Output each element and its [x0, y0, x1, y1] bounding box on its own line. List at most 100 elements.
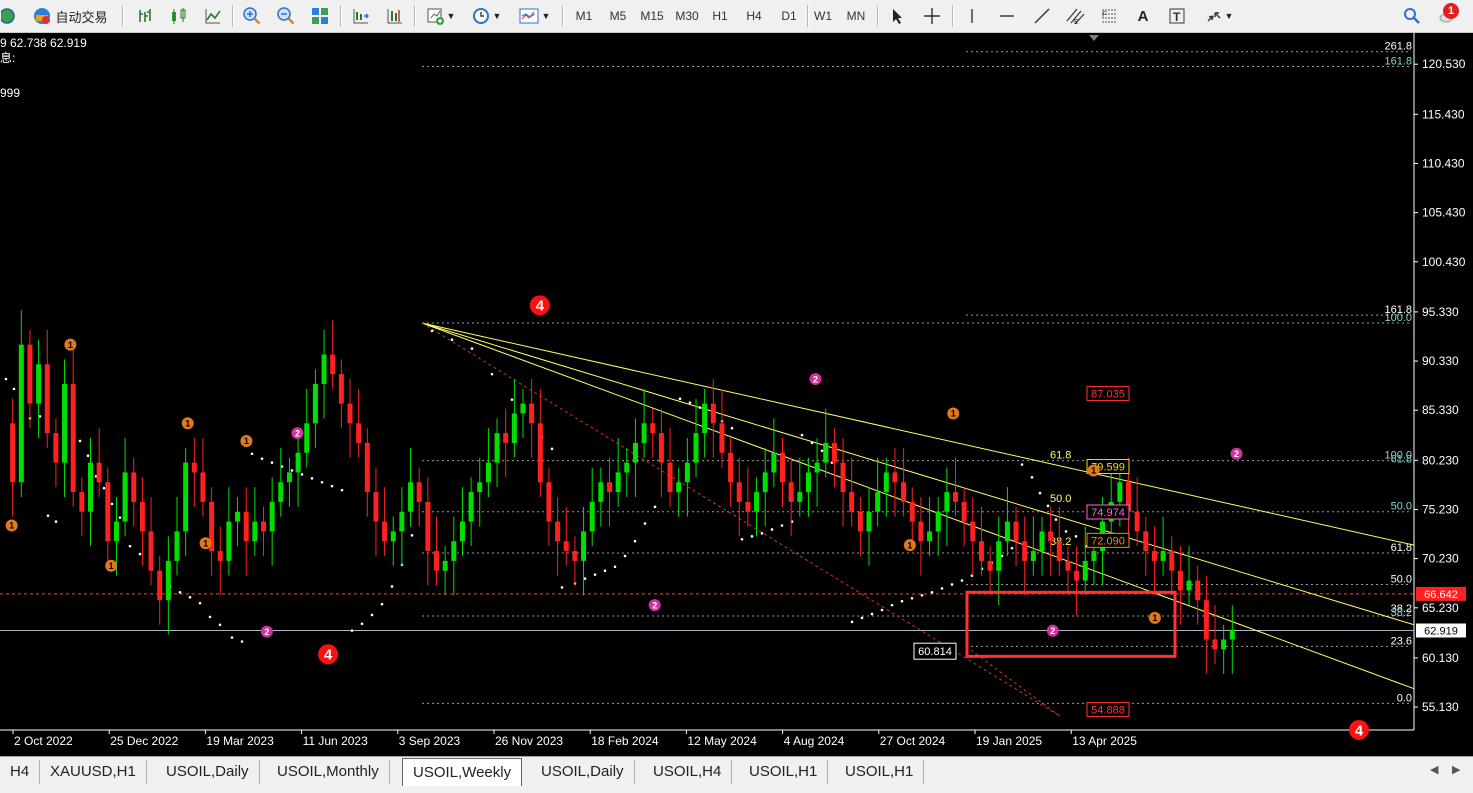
sar-dot — [290, 469, 294, 472]
sar-dot — [178, 591, 182, 594]
chart-shift-icon[interactable] — [382, 4, 408, 28]
timeframe-h1-button[interactable]: H1 — [704, 4, 736, 28]
price-tick-label: 55.130 — [1422, 700, 1459, 714]
price-tick-label: 90.330 — [1422, 354, 1459, 368]
sar-dot — [110, 502, 114, 506]
horizontal-line-icon[interactable] — [995, 4, 1019, 28]
channel-icon[interactable]: E — [1063, 4, 1087, 28]
wave-label-text: 1 — [907, 540, 912, 550]
timeframe-m1-button[interactable]: M1 — [568, 4, 600, 28]
sar-dot — [698, 406, 702, 409]
candle-body — [1186, 580, 1192, 591]
sar-dot — [880, 608, 884, 612]
svg-text:F: F — [1102, 10, 1107, 19]
candle-body — [780, 452, 785, 483]
trendline-icon[interactable] — [1030, 4, 1054, 28]
arrows-dropdown[interactable]: ▼ — [1199, 4, 1239, 28]
sar-dot — [310, 477, 314, 480]
time-tick-label: 3 Sep 2023 — [399, 734, 461, 748]
fibonacci-icon[interactable]: F — [1097, 4, 1121, 28]
fibonacci-level-label: 161.8 — [1384, 55, 1412, 67]
timeframe-m15-button[interactable]: M15 — [636, 4, 668, 28]
candle-body — [1151, 551, 1157, 561]
tab-usoil-h1[interactable]: USOIL,H1 — [835, 760, 925, 784]
search-icon[interactable] — [1400, 4, 1424, 28]
candle-body — [468, 492, 474, 522]
fibonacci-level-label: 61.8 — [1391, 454, 1412, 466]
candle-body — [831, 442, 837, 463]
tab-usoil-daily[interactable]: USOIL,Daily — [531, 760, 635, 784]
info-line-2: 息: — [0, 50, 15, 65]
sar-dot — [623, 554, 627, 558]
tabs-scroll-left-icon[interactable]: ◀ — [1430, 763, 1438, 776]
price-chart[interactable]: 120.530 115.430 110.430 105.430 100.430 95.33… — [0, 33, 1473, 756]
candle-body — [148, 531, 154, 571]
tab-usoil-monthly[interactable]: USOIL,Monthly — [267, 760, 390, 784]
candle-body — [710, 403, 716, 424]
tab-h4[interactable]: H4 — [0, 760, 41, 784]
timeframe-d1-button[interactable]: D1 — [773, 4, 805, 28]
zoom-out-icon[interactable] — [273, 4, 299, 28]
bar-chart-icon[interactable] — [133, 4, 159, 28]
timeframe-mn-button[interactable]: MN — [840, 4, 872, 28]
candle-body — [1082, 560, 1088, 581]
sar-dot — [820, 449, 824, 453]
candle-body — [849, 492, 855, 512]
tab-usoil-h4[interactable]: USOIL,H4 — [643, 760, 733, 784]
candle-body — [1117, 482, 1123, 502]
indicators-dropdown[interactable]: ▼ — [421, 4, 459, 28]
candlestick-icon[interactable] — [166, 4, 192, 28]
timeframe-m30-button[interactable]: M30 — [671, 4, 703, 28]
candle-body — [996, 541, 1002, 571]
zoom-in-icon[interactable] — [239, 4, 265, 28]
candle-body — [529, 403, 535, 424]
templates-dropdown[interactable]: ▼ — [514, 4, 554, 28]
candle-body — [615, 472, 621, 493]
candle-body — [27, 344, 33, 404]
candle-body — [477, 482, 483, 493]
sar-dot — [583, 577, 587, 580]
projection-value: 74.974 — [1091, 507, 1125, 519]
timeframe-h4-button[interactable]: H4 — [738, 4, 770, 28]
notifications-button[interactable]: 1 — [1432, 3, 1462, 28]
globe-icon[interactable] — [0, 4, 18, 28]
sar-dot — [1030, 476, 1034, 479]
tab-usoil-weekly[interactable]: USOIL,Weekly — [402, 758, 523, 786]
vertical-line-icon[interactable] — [960, 4, 984, 28]
tile-windows-icon[interactable] — [307, 4, 333, 28]
periods-dropdown[interactable]: ▼ — [467, 4, 505, 28]
crosshair-icon[interactable] — [920, 4, 944, 28]
line-chart-icon[interactable] — [200, 4, 226, 28]
tab-usoil-daily[interactable]: USOIL,Daily — [156, 760, 260, 784]
text-tool-icon[interactable]: A — [1131, 4, 1155, 28]
sar-dot — [910, 596, 914, 600]
sar-dot — [920, 593, 924, 597]
price-tick-label: 65.230 — [1422, 601, 1459, 615]
auto-scroll-icon[interactable] — [348, 4, 374, 28]
sar-dot — [1010, 546, 1014, 550]
sar-dot — [603, 569, 607, 573]
tab-xauusd-h1[interactable]: XAUUSD,H1 — [40, 760, 147, 784]
timeframe-w1-button[interactable]: W1 — [807, 4, 839, 28]
trend-line-middle — [421, 322, 1415, 626]
candle-body — [494, 433, 500, 463]
tabs-scroll-right-icon[interactable]: ▶ — [1452, 763, 1460, 776]
timeframe-m5-button[interactable]: M5 — [602, 4, 634, 28]
auto-trade-button[interactable]: 自动交易 — [24, 4, 116, 28]
cursor-icon[interactable] — [886, 4, 910, 28]
candle-body — [961, 501, 967, 522]
candle-body — [987, 560, 993, 571]
tab-usoil-h1[interactable]: USOIL,H1 — [739, 760, 829, 784]
projection-value: 87.035 — [1091, 388, 1125, 400]
price-tick-label: 120.530 — [1422, 57, 1466, 71]
candle-body — [1143, 531, 1149, 552]
wave-label-text: 1 — [185, 419, 190, 429]
candle-body — [373, 492, 379, 522]
candle-body — [1169, 551, 1175, 571]
sar-dot — [688, 401, 692, 404]
wave-label-text: 4 — [324, 647, 333, 664]
candle-body — [183, 462, 189, 532]
candle-body — [434, 551, 439, 571]
text-label-icon[interactable]: T — [1165, 4, 1189, 28]
candle-body — [1056, 541, 1062, 561]
